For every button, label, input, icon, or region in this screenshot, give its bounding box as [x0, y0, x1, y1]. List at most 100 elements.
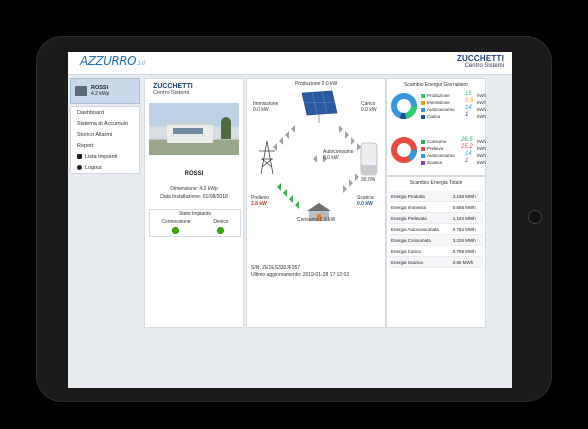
sidebar-item-logout[interactable]: Logout [71, 162, 139, 173]
plant-dimension: Dimensione: 4.2 kWp [170, 186, 218, 192]
user-card[interactable]: ROSSI 4.2 kWp [70, 78, 140, 104]
serial-number: S/N: ZE1ES330JF357 [251, 265, 301, 271]
unit: kWh [477, 160, 486, 165]
total-exchange-panel: Scambio Energia Totale Energia Prodotta 3… [386, 176, 486, 328]
carico-block: Carico 0.0 kW [361, 101, 377, 113]
plant-logo: ZUCCHETTI Centro Sistemi [153, 83, 233, 96]
plant-name: ROSSI [184, 171, 204, 177]
autoconsumo-value: 0.0 kW [323, 155, 339, 161]
sidebar-item-report[interactable]: Report [71, 140, 139, 151]
daily-production-donut [391, 93, 417, 119]
tree-shape [221, 117, 231, 139]
unit: kWh [477, 139, 486, 144]
plant-logo-title: ZUCCHETTI [153, 83, 193, 90]
flow-arrows-green [277, 183, 299, 209]
value-prelievo: 25.2 [461, 144, 473, 150]
plant-info: Dimensione: 4.2 kWp Data Installazione: … [145, 186, 243, 201]
prelievo-value: 2.8 kW [251, 201, 267, 207]
status-title: Stato Impianto [178, 211, 212, 217]
legend-swatch [421, 153, 425, 158]
solar-panel-icon [301, 90, 338, 123]
sidebar-item-allarmi[interactable]: Storico Allarmi [71, 129, 139, 140]
sidebar-item-accumulo[interactable]: Sistema di Accumulo [71, 118, 139, 129]
logout-icon [77, 165, 82, 170]
row-value: 3.188 MWh [450, 191, 483, 202]
sidebar-item-label: Logout [85, 164, 102, 171]
legend-produzione: Produzione [421, 93, 450, 98]
device-meta: S/N: ZE1ES330JF357 Ultimo aggiornamento:… [251, 265, 349, 279]
value-autoconsumo-2: 14 [465, 151, 472, 157]
status-connessione: Connessione [161, 219, 191, 234]
row-label: Energia Immessa [389, 201, 451, 213]
legend-label: Immissione [427, 100, 450, 105]
sidebar-item-lista-impianti[interactable]: Lista Impianti [71, 151, 139, 162]
home-button[interactable] [528, 210, 542, 224]
legend-label: Autoconsumo [427, 153, 455, 158]
row-value: 1.183 MWh [450, 212, 483, 224]
immissione-value: 0.0 kW [253, 107, 269, 113]
legend-swatch [421, 107, 425, 112]
list-icon [77, 154, 82, 159]
total-exchange-table: Energia Prodotta 3.188 MWh Energia Immess… [389, 191, 483, 268]
plant-logo-subtitle: Centro Sistemi [153, 90, 190, 96]
sidebar-menu: Dashboard Sistema di Accumulo Storico Al… [70, 106, 140, 174]
table-row: Energia Prodotta 3.188 MWh [389, 191, 483, 202]
plant-install-date: Data Installazione: 01/08/2018 [160, 193, 228, 200]
value-scarica: 1 [465, 158, 469, 164]
zucchetti-title: ZUCCHETTI [456, 54, 504, 63]
legend-label: Scarica [427, 160, 443, 165]
prelievo-block: Prelievo 2.8 kW [251, 195, 269, 207]
sidebar-item-label: Storico Allarmi [77, 131, 113, 138]
legend-swatch [421, 93, 425, 98]
scarica-block: Scarica 0.0 kW [357, 195, 374, 207]
plant-status-box: Stato Impianto Connessione Device [149, 209, 241, 237]
legend-swatch [421, 160, 425, 165]
sidebar-item-label: Dashboard [77, 109, 104, 116]
solar-panel-icon [75, 86, 87, 96]
brand-sub: 3.0 [137, 60, 146, 67]
value-autoconsumo: 14 [465, 105, 472, 111]
azzurro-logo: AZZURRO3.0 [80, 54, 146, 68]
daily-consumption-donut [391, 137, 417, 163]
unit: kWh [477, 146, 486, 151]
produzione-label: Produzione 0.0 kW [295, 81, 338, 87]
unit: kWh [477, 107, 486, 112]
legend-swatch [421, 114, 425, 119]
top-bar: AZZURRO3.0 ZUCCHETTI Centro Sistemi [68, 52, 512, 75]
zucchetti-logo: ZUCCHETTI Centro Sistemi [457, 54, 504, 69]
sidebar-item-label: Sistema di Accumulo [77, 120, 129, 127]
building-window [173, 128, 203, 134]
legend-label: Autoconsumo [427, 107, 455, 112]
battery-percent: 30.0% [361, 177, 376, 183]
autoconsumo-block: Autoconsumo 0.0 kW [323, 149, 354, 161]
value-carica: 1 [465, 112, 469, 118]
table-row: Energia Immessa 0.668 MWh [389, 201, 483, 213]
row-value: 0.784 MWh [450, 223, 483, 235]
legend-autoconsumo-2: Autoconsumo [421, 153, 455, 158]
table-row: Energia Carica 0.758 MWh [389, 245, 483, 257]
sidebar-item-dashboard[interactable]: Dashboard [71, 107, 139, 118]
legend-swatch [421, 146, 425, 151]
daily-exchange-panel: Scambio Energia Giornaliero Produzione I… [386, 78, 486, 176]
battery-icon [360, 142, 378, 176]
status-device: Device [213, 219, 229, 234]
unit: kWh [477, 153, 486, 158]
sidebar-item-label: Lista Impianti [85, 153, 118, 160]
last-update: Ultimo aggiornamento: 2019-01-28 17:12:0… [251, 272, 350, 278]
row-value: 0.65 MWh [450, 256, 483, 268]
legend-consumo: Consumo [421, 139, 446, 144]
table-row: Energia Prelevata 1.183 MWh [389, 212, 483, 224]
power-tower-icon [259, 140, 275, 175]
row-label: Energia Prodotta [389, 191, 451, 202]
table-row: Energia Autoconsumata 0.784 MWh [389, 223, 483, 235]
unit: kWh [477, 93, 486, 98]
row-value: 0.668 MWh [450, 201, 483, 213]
value-produzione: 15 [465, 91, 472, 97]
status-label: Connessione [161, 219, 191, 225]
total-exchange-title: Scambio Energia Totale [409, 180, 463, 186]
legend-carica: Carica [421, 114, 440, 119]
legend-immissione: Immissione [421, 100, 450, 105]
app-screen: AZZURRO3.0 ZUCCHETTI Centro Sistemi ROSS… [68, 52, 512, 388]
value-consumo: 26.5 [461, 137, 473, 143]
row-label: Energia Autoconsumata [389, 223, 451, 235]
